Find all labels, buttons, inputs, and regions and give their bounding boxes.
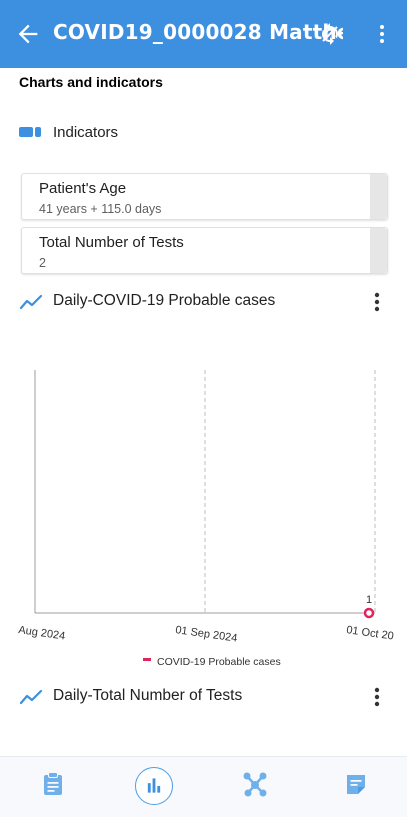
chart-header: Daily-COVID-19 Probable cases <box>19 289 389 315</box>
chart-header: Daily-Total Number of Tests <box>19 684 389 710</box>
bottom-navigation <box>0 756 407 817</box>
notes-icon[interactable] <box>338 766 374 802</box>
x-tick-label: 01 Oct 20 <box>346 624 395 643</box>
arrow-left-icon[interactable] <box>14 20 42 48</box>
indicator-label: Patient's Age <box>39 180 127 197</box>
indicators-label: Indicators <box>53 124 119 141</box>
trend-line-icon <box>19 294 43 310</box>
sync-icon[interactable] <box>318 22 342 46</box>
more-vert-icon[interactable] <box>370 22 394 46</box>
bar-chart-icon[interactable] <box>135 767 173 805</box>
chart-title: Daily-Total Number of Tests <box>53 687 243 704</box>
indicator-value: 41 years + 115.0 days <box>39 202 162 216</box>
probable-cases-chart: Aug 2024 01 Sep 2024 01 Oct 20 1 COVID-19 Pr… <box>18 370 395 668</box>
indicator-icon <box>19 127 41 137</box>
indicator-color-bar <box>370 174 387 219</box>
trend-line-icon <box>19 689 43 705</box>
clipboard-icon[interactable] <box>35 766 71 802</box>
x-tick-label: Aug 2024 <box>18 624 66 642</box>
data-point <box>363 607 375 619</box>
relationship-icon[interactable] <box>237 766 273 802</box>
indicator-label: Total Number of Tests <box>39 234 184 251</box>
chart-title: Daily-COVID-19 Probable cases <box>53 292 276 309</box>
more-vert-icon[interactable] <box>369 290 385 314</box>
more-vert-icon[interactable] <box>369 685 385 709</box>
page-title: COVID19_0000028 Matthew <box>53 20 343 44</box>
x-tick-label: 01 Sep 2024 <box>175 624 238 645</box>
indicator-value: 2 <box>39 256 46 270</box>
indicator-color-bar <box>370 228 387 273</box>
legend-label: COVID-19 Probable cases <box>157 656 281 668</box>
section-title: Charts and indicators <box>19 74 163 90</box>
legend-swatch <box>143 658 151 661</box>
data-label: 1 <box>366 594 372 606</box>
indicator-card-age: Patient's Age 41 years + 115.0 days <box>21 173 388 220</box>
indicator-card-tests: Total Number of Tests 2 <box>21 227 388 274</box>
app-bar: COVID19_0000028 Matthew <box>0 0 407 68</box>
